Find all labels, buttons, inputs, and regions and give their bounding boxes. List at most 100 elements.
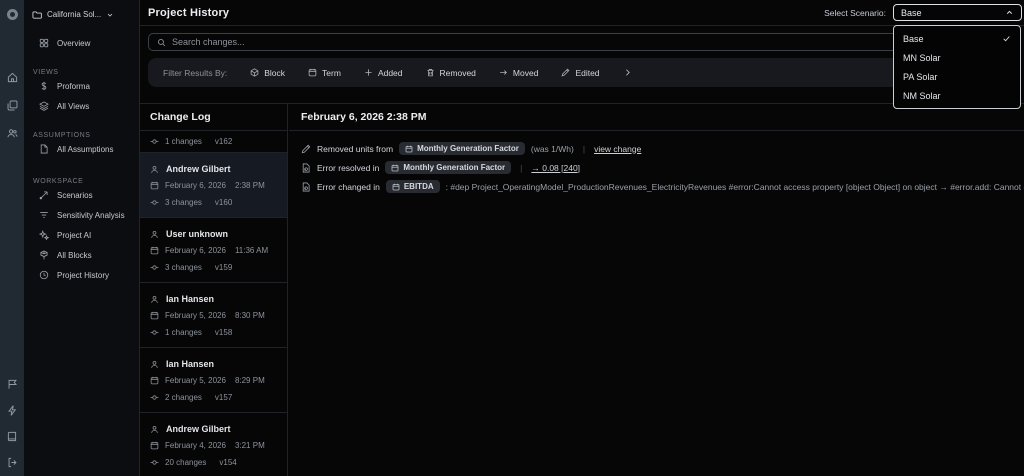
list-item[interactable]: 1 changes v162 (140, 131, 287, 153)
filter-label: Block (264, 67, 286, 78)
chip-label: Monthly Generation Factor (403, 163, 506, 172)
filter-removed[interactable]: Removed (426, 68, 476, 78)
feedback-flag-icon[interactable] (7, 379, 18, 390)
version-label: v162 (214, 137, 233, 146)
sidebar-item-scenarios[interactable]: Scenarios (32, 185, 133, 205)
changes-icon (150, 263, 159, 272)
entry-user: User unknown (166, 229, 229, 239)
sidebar-item-label: Project AI (57, 230, 92, 240)
users-icon[interactable] (7, 128, 18, 139)
changes-icon (150, 328, 159, 337)
docs-book-icon[interactable] (7, 431, 18, 442)
sidebar-item-proforma[interactable]: Proforma (32, 76, 133, 96)
entry-user: Ian Hansen (166, 359, 215, 369)
chevron-up-icon (1005, 8, 1014, 17)
calendar-icon (391, 164, 399, 172)
calendar-icon (150, 181, 159, 190)
block-chip[interactable]: EBITDA (385, 180, 440, 193)
entry-time: 8:30 PM (234, 311, 265, 320)
block-chip[interactable]: Monthly Generation Factor (399, 142, 525, 155)
version-label: v159 (214, 263, 233, 272)
scenario-option-base[interactable]: Base (894, 29, 1020, 48)
sidebar-item-label: All Views (57, 101, 90, 111)
home-icon[interactable] (7, 72, 18, 83)
changes-icon (150, 393, 159, 402)
calendar-icon (150, 311, 159, 320)
entry-time: 8:29 PM (234, 376, 265, 385)
user-icon (150, 425, 159, 434)
change-log-entry[interactable]: Ian Hansen February 5, 2026 8:29 PM 2 cha… (140, 348, 287, 413)
scenario-option-pa-solar[interactable]: PA Solar (894, 67, 1020, 86)
version-label: v158 (214, 328, 233, 337)
change-text: Removed units from (317, 143, 394, 154)
sidebar-item-all-views[interactable]: All Views (32, 96, 133, 116)
scenario-option-nm-solar[interactable]: NM Solar (894, 86, 1020, 105)
filter-term[interactable]: Term (308, 68, 341, 78)
change-log-entry[interactable]: Andrew Gilbert February 4, 2026 3:21 PM 2… (140, 413, 287, 476)
block-chip[interactable]: Monthly Generation Factor (385, 161, 512, 174)
scenario-option-mn-solar[interactable]: MN Solar (894, 48, 1020, 67)
projects-icon[interactable] (7, 100, 18, 111)
pencil-icon (561, 68, 570, 77)
calendar-icon (308, 68, 317, 77)
scenario-select[interactable]: Base (893, 4, 1022, 21)
entry-date: February 4, 2026 (165, 441, 226, 450)
sidebar-section-workspace: WORKSPACE (33, 178, 84, 185)
block-icon (250, 68, 259, 77)
option-label: MN Solar (903, 52, 941, 63)
filter-moved[interactable]: Moved (499, 68, 538, 78)
version-label: v160 (214, 198, 233, 207)
app-logo-icon[interactable] (6, 9, 18, 20)
chip-label: Monthly Generation Factor (417, 144, 519, 153)
search-input[interactable] (172, 37, 1005, 47)
sidebar-item-sensitivity-analysis[interactable]: Sensitivity Analysis (32, 205, 133, 225)
chevron-right-icon (623, 68, 632, 77)
change-text: Error changed in (317, 181, 380, 192)
logout-icon[interactable] (7, 457, 18, 468)
view-change-link[interactable]: view change (594, 144, 641, 154)
entry-time: 2:38 PM (234, 181, 265, 190)
sidebar-item-all-assumptions[interactable]: All Assumptions (32, 139, 133, 159)
sidebar-item-label: All Blocks (57, 250, 92, 260)
calendar-icon (150, 246, 159, 255)
sidebar-item-all-blocks[interactable]: All Blocks (32, 245, 133, 265)
layers-icon (39, 101, 49, 111)
error-detail-text: : #dep Project_OperatingModel_Production… (445, 181, 1024, 192)
dollar-icon (39, 81, 49, 91)
entry-date: February 6, 2026 (165, 246, 226, 255)
change-log-entry[interactable]: User unknown February 6, 2026 11:36 AM 3 … (140, 218, 287, 283)
project-selector[interactable]: California Sol... (32, 6, 133, 23)
changes-count: 20 changes (165, 458, 207, 467)
option-label: PA Solar (903, 71, 938, 82)
sidebar-item-project-ai[interactable]: Project AI (32, 225, 133, 245)
top-bar: Project History Select Scenario: Base (140, 0, 1024, 26)
change-log-entry[interactable]: Ian Hansen February 5, 2026 8:30 PM 1 cha… (140, 283, 287, 348)
user-icon (150, 165, 159, 174)
branch-icon (39, 190, 49, 200)
error-doc-icon (301, 182, 311, 192)
change-detail-panel: February 6, 2026 2:38 PM Removed units f… (289, 104, 1024, 476)
calendar-icon (150, 441, 159, 450)
zap-icon[interactable] (7, 405, 18, 416)
sidebar-item-overview[interactable]: Overview (32, 33, 133, 53)
separator: | (520, 162, 523, 173)
scenario-value: Base (901, 7, 922, 18)
filter-label: Removed (439, 67, 476, 78)
chevron-down-icon[interactable] (106, 11, 114, 19)
filter-more-chevron[interactable] (623, 68, 632, 77)
separator: | (582, 143, 586, 154)
entry-user: Ian Hansen (166, 294, 215, 304)
value-change-link[interactable]: → 0.08 [240] (531, 163, 580, 173)
filter-label: Edited (575, 67, 600, 78)
user-icon (150, 295, 159, 304)
change-row-error-resolved: Error resolved in Monthly Generation Fac… (301, 158, 1024, 177)
change-log-entry-selected[interactable]: Andrew Gilbert February 6, 2026 2:38 PM 3… (140, 153, 287, 218)
sidebar-item-label: All Assumptions (57, 144, 114, 154)
filter-block[interactable]: Block (250, 68, 285, 78)
sidebar-item-project-history[interactable]: Project History (32, 265, 133, 285)
filter-added[interactable]: Added (364, 68, 403, 78)
scenario-select-label: Select Scenario: (824, 7, 886, 18)
pencil-icon (301, 144, 311, 154)
filter-edited[interactable]: Edited (561, 67, 600, 78)
sidebar-item-label: Scenarios (57, 190, 93, 200)
